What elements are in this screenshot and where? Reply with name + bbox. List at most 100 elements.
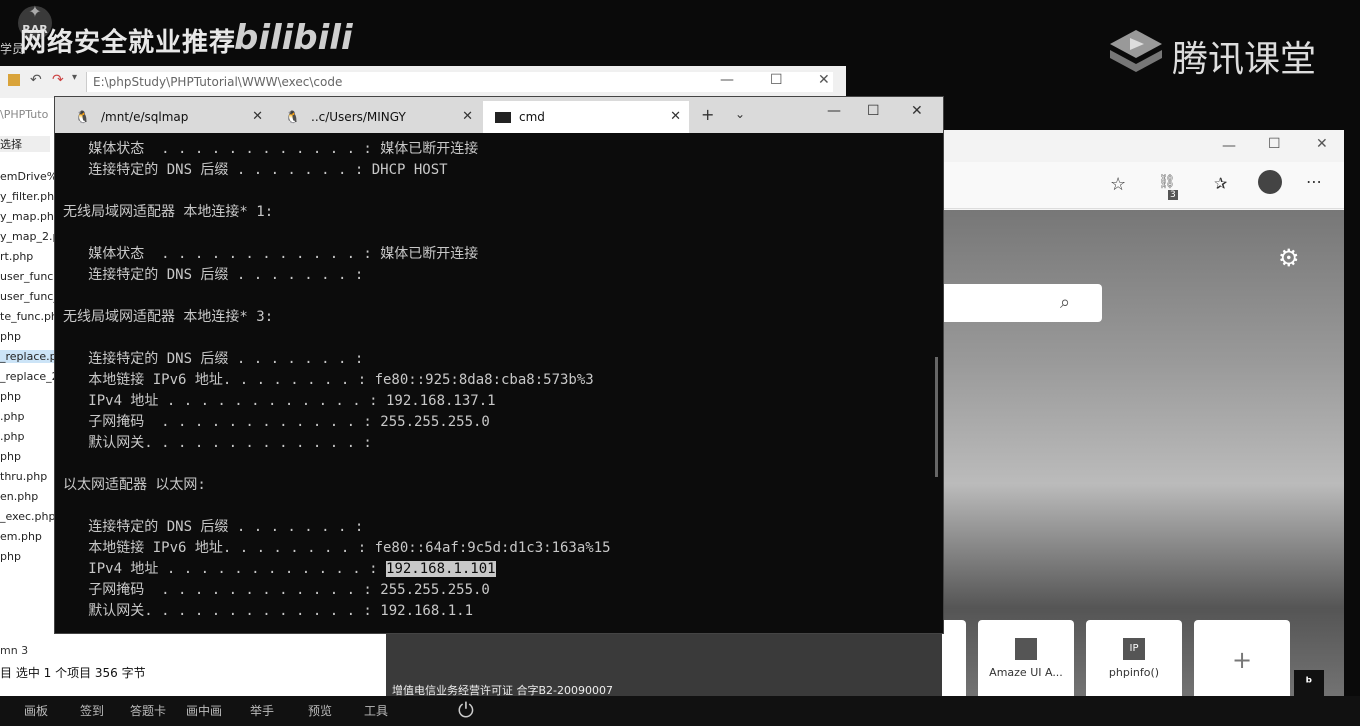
close-icon[interactable]: ✕: [1316, 136, 1328, 152]
quick-link-amaze[interactable]: Amaze UI A...: [978, 620, 1074, 700]
minimize-icon[interactable]: —: [1222, 138, 1236, 154]
file-list-item[interactable]: te_func.ph: [0, 310, 58, 323]
add-quick-link-tile[interactable]: +: [1194, 620, 1290, 700]
terminal-line-text: 子网掩码 . . . . . . . . . . . . : 255.255.2…: [63, 582, 490, 598]
search-icon[interactable]: ⌕: [1060, 292, 1070, 313]
terminal-window: 🐧 /mnt/e/sqlmap ✕ 🐧 ..c/Users/MINGY ✕ cm…: [54, 96, 944, 634]
terminal-line: 媒体状态 . . . . . . . . . . . . : 媒体已断开连接: [63, 139, 933, 160]
tile-label: phpinfo(): [1108, 666, 1160, 679]
explorer-file-list: \PHPTuto 选择 emDrive% y_filter.php y_map.ph…: [0, 98, 61, 696]
maximize-icon[interactable]: ☐: [1268, 136, 1281, 152]
file-list-item[interactable]: php: [0, 390, 21, 403]
terminal-tab-bar: 🐧 /mnt/e/sqlmap ✕ 🐧 ..c/Users/MINGY ✕ cm…: [55, 97, 943, 133]
file-list-item[interactable]: user_func_: [0, 290, 59, 303]
file-list-item[interactable]: y_map_2.p: [0, 230, 59, 243]
file-list-item[interactable]: y_filter.php: [0, 190, 61, 203]
tile-label: Amaze UI A...: [989, 666, 1063, 679]
quick-access-dropdown-icon[interactable]: ▾: [72, 72, 77, 83]
terminal-line-text: 默认网关. . . . . . . . . . . . . :: [63, 435, 372, 451]
plus-icon: +: [1231, 646, 1253, 674]
minimize-icon[interactable]: —: [720, 72, 734, 88]
toolbar-item[interactable]: 预览: [308, 702, 332, 719]
file-list-item[interactable]: rt.php: [0, 250, 33, 263]
terminal-line: 本地链接 IPv6 地址. . . . . . . . : fe80::64af…: [63, 538, 933, 559]
maximize-icon[interactable]: ☐: [867, 103, 880, 119]
power-icon[interactable]: ⏻: [458, 698, 474, 722]
minimize-icon[interactable]: —: [827, 103, 841, 119]
favorites-list-icon[interactable]: ✰: [1214, 174, 1227, 193]
toolbar-item[interactable]: 答题卡: [130, 702, 166, 719]
tab-cmd[interactable]: cmd ✕: [483, 101, 689, 133]
terminal-line: 默认网关. . . . . . . . . . . . . : 192.168.…: [63, 601, 933, 622]
terminal-line: 连接特定的 DNS 后缀 . . . . . . . :: [63, 349, 933, 370]
bottom-toolbar: 画板 签到 答题卡 画中画 举手 预览 工具 ⏻: [0, 696, 1360, 726]
toolbar-item[interactable]: 画板: [24, 702, 48, 719]
file-list-item[interactable]: _replace_2: [0, 370, 59, 383]
file-list-item[interactable]: _replace.p: [0, 350, 57, 363]
file-list-item[interactable]: _exec.php: [0, 510, 56, 523]
tab-users[interactable]: 🐧 ..c/Users/MINGY ✕: [275, 101, 481, 133]
terminal-line-text: 媒体状态 . . . . . . . . . . . . : 媒体已断开连接: [63, 141, 479, 157]
tab-label: ..c/Users/MINGY: [311, 110, 406, 124]
tab-sqlmap[interactable]: 🐧 /mnt/e/sqlmap ✕: [65, 101, 271, 133]
terminal-line: 连接特定的 DNS 后缀 . . . . . . . :: [63, 265, 933, 286]
terminal-line: 连接特定的 DNS 后缀 . . . . . . . :: [63, 517, 933, 538]
amaze-icon: [1015, 638, 1037, 660]
terminal-line-text: 连接特定的 DNS 后缀 . . . . . . . :: [63, 351, 364, 367]
file-list-item[interactable]: emDrive%: [0, 170, 57, 183]
explorer-status-bar: 目 选中 1 个项目 356 字节: [0, 662, 386, 684]
file-list-item[interactable]: thru.php: [0, 470, 47, 483]
search-box[interactable]: ⌕: [940, 284, 1102, 322]
toolbar-item[interactable]: 签到: [80, 702, 104, 719]
favorite-star-icon[interactable]: ☆: [1110, 174, 1126, 195]
terminal-scrollbar[interactable]: [935, 357, 938, 477]
file-list-item[interactable]: .php: [0, 410, 24, 423]
extension-badge: 3: [1168, 190, 1178, 200]
tab-dropdown-icon[interactable]: ⌄: [735, 107, 745, 121]
new-tab-plus-icon[interactable]: +: [701, 105, 714, 124]
close-icon[interactable]: ✕: [462, 101, 473, 133]
close-icon[interactable]: ✕: [818, 72, 830, 88]
redo-icon[interactable]: ↷: [52, 72, 64, 88]
toolbar-item[interactable]: 工具: [364, 702, 388, 719]
toolbar-item[interactable]: 画中画: [186, 702, 222, 719]
linux-penguin-icon: 🐧: [285, 110, 300, 124]
maximize-icon[interactable]: ☐: [770, 72, 783, 88]
file-list-item[interactable]: php: [0, 550, 21, 563]
browser-new-tab-page: ⚙ ⌕ Amaze UI A... IP phpinfo() + ᵇ: [940, 210, 1344, 708]
cmd-icon: [495, 112, 511, 123]
terminal-line-text: 本地链接 IPv6 地址. . . . . . . . : fe80::64af…: [63, 540, 611, 556]
column-label: mn 3: [0, 644, 29, 657]
terminal-line: 无线局域网适配器 本地连接* 3:: [63, 307, 933, 328]
select-button[interactable]: 选择: [0, 136, 50, 152]
extension-icon[interactable]: ⛓: [1158, 174, 1176, 190]
terminal-line: 无线局域网适配器 本地连接* 1:: [63, 202, 933, 223]
terminal-line-text: 连接特定的 DNS 后缀 . . . . . . . :: [63, 267, 364, 283]
file-list-item[interactable]: php: [0, 330, 21, 343]
toolbar-item[interactable]: 举手: [250, 702, 274, 719]
file-list-item[interactable]: .php: [0, 430, 24, 443]
file-list-item[interactable]: y_map.php: [0, 210, 61, 223]
settings-gear-icon[interactable]: ⚙: [1278, 244, 1300, 272]
terminal-line: 以太网适配器 以太网:: [63, 475, 933, 496]
tencent-classroom-text: 腾讯课堂: [1172, 39, 1317, 80]
avatar[interactable]: [1258, 170, 1282, 194]
undo-icon[interactable]: ↶: [30, 72, 42, 88]
file-list-item[interactable]: en.php: [0, 490, 38, 503]
terminal-line-text: 默认网关. . . . . . . . . . . . . : 192.168.…: [63, 603, 474, 619]
folder-icon: [8, 74, 20, 86]
file-list-item[interactable]: php: [0, 450, 21, 463]
file-list-item[interactable]: em.php: [0, 530, 42, 543]
close-icon[interactable]: ✕: [911, 103, 923, 119]
bing-logo-icon[interactable]: ᵇ: [1294, 670, 1324, 696]
terminal-line-text: 连接特定的 DNS 后缀 . . . . . . . :: [63, 519, 364, 535]
terminal-line-text: 无线局域网适配器 本地连接* 1:: [63, 204, 274, 220]
close-icon[interactable]: ✕: [252, 101, 263, 133]
terminal-line-text: 子网掩码 . . . . . . . . . . . . : 255.255.2…: [63, 414, 490, 430]
terminal-output[interactable]: 媒体状态 . . . . . . . . . . . . : 媒体已断开连接 连…: [63, 139, 933, 622]
file-list-item[interactable]: user_func.: [0, 270, 57, 283]
more-menu-icon[interactable]: ⋯: [1306, 172, 1322, 191]
quick-link-phpinfo[interactable]: IP phpinfo(): [1086, 620, 1182, 700]
close-icon[interactable]: ✕: [670, 101, 681, 133]
